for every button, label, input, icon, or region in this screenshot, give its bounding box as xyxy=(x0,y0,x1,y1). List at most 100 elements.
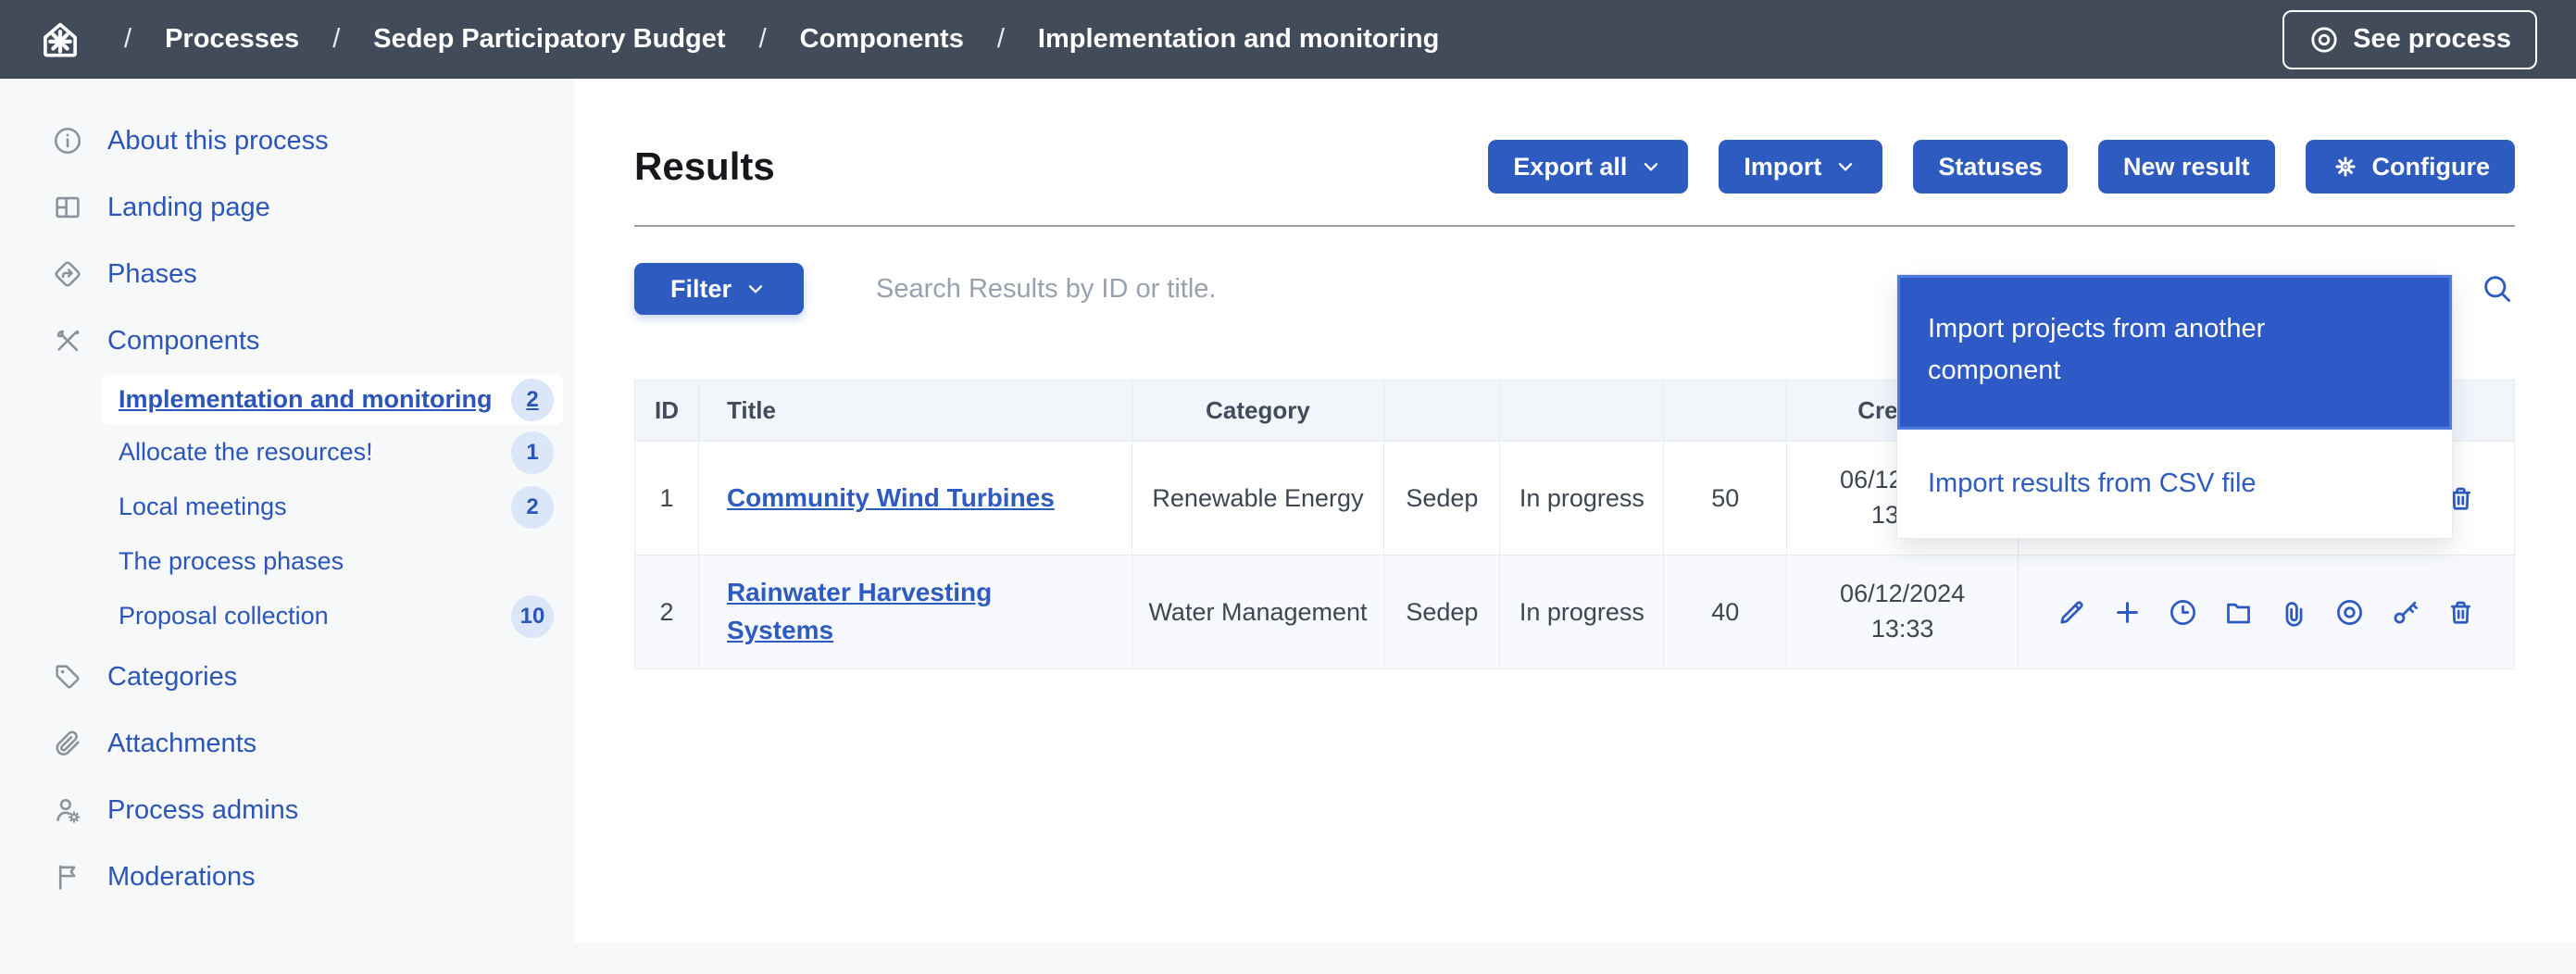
attachment-icon[interactable] xyxy=(2279,597,2309,628)
cell-created: 06/12/2024 13:33 xyxy=(1787,556,2019,669)
count-badge: 2 xyxy=(511,486,554,529)
sidebar-subitem-label: Local meetings xyxy=(119,493,287,521)
chevron-down-icon xyxy=(1833,155,1857,179)
filter-button[interactable]: Filter xyxy=(634,263,804,315)
see-process-button[interactable]: See process xyxy=(2282,10,2537,69)
breadcrumb-home[interactable] xyxy=(39,19,81,61)
breadcrumb-item[interactable]: Implementation and monitoring xyxy=(1038,24,1439,55)
moderations-icon xyxy=(52,861,83,893)
chevron-down-icon xyxy=(744,277,768,301)
search-icon[interactable] xyxy=(2480,271,2515,306)
column-header-id: ID xyxy=(635,381,699,442)
cell-id: 1 xyxy=(635,442,699,556)
folder-icon[interactable] xyxy=(2223,597,2254,628)
import-button[interactable]: Import xyxy=(1719,140,1882,194)
sidebar-item-label: Components xyxy=(107,326,259,356)
count-badge: 1 xyxy=(511,431,554,474)
import-menu-item[interactable]: Import results from CSV file xyxy=(1897,430,2452,538)
cell-status: In progress xyxy=(1500,442,1664,556)
count-badge: 10 xyxy=(511,595,554,638)
see-process-label: See process xyxy=(2353,24,2511,55)
preview-icon[interactable] xyxy=(2334,597,2365,628)
sidebar-item-label: Attachments xyxy=(107,729,256,759)
breadcrumb-item[interactable]: Sedep Participatory Budget xyxy=(373,24,725,55)
components-icon xyxy=(52,325,83,356)
breadcrumb-item[interactable]: Processes xyxy=(165,24,299,55)
sidebar-item-label: Landing page xyxy=(107,193,270,223)
clock-icon[interactable] xyxy=(2168,597,2198,628)
breadcrumb-separator: / xyxy=(332,24,340,55)
sidebar-item-process-admins[interactable]: Process admins xyxy=(0,777,574,843)
permissions-icon[interactable] xyxy=(2390,597,2420,628)
configure-button[interactable]: Configure xyxy=(2306,140,2516,194)
result-title-link[interactable]: Rainwater Harvesting Systems xyxy=(727,578,992,644)
cell-status: In progress xyxy=(1500,556,1664,669)
sidebar-item-attachments[interactable]: Attachments xyxy=(0,710,574,777)
sidebar-item-label: Phases xyxy=(107,259,197,290)
main-content: Results Export all Import Statuses New r… xyxy=(574,79,2576,943)
info-icon xyxy=(52,125,83,156)
breadcrumb-separator: / xyxy=(124,24,131,55)
sidebar-item-label: About this process xyxy=(107,126,329,156)
edit-icon[interactable] xyxy=(2057,597,2087,628)
categories-icon xyxy=(52,661,83,693)
cell-category: Water Management xyxy=(1132,556,1384,669)
cell-title: Rainwater Harvesting Systems xyxy=(698,556,1132,669)
button-label: New result xyxy=(2123,153,2250,181)
sidebar-subitem-label: Allocate the resources! xyxy=(119,438,373,467)
button-label: Statuses xyxy=(1938,153,2043,181)
cell-category: Renewable Energy xyxy=(1132,442,1384,556)
cell-scope: Sedep xyxy=(1384,556,1500,669)
attachments-icon xyxy=(52,728,83,759)
sidebar-subitem-proposal-collection[interactable]: Proposal collection 10 xyxy=(102,589,563,643)
sidebar-item-components[interactable]: Components xyxy=(0,307,574,374)
cell-progress: 40 xyxy=(1664,556,1787,669)
sidebar-item-about-this-process[interactable]: About this process xyxy=(0,107,574,174)
column-header-title: Title xyxy=(698,381,1132,442)
sidebar-subitem-label: The process phases xyxy=(119,547,344,576)
cell-progress: 50 xyxy=(1664,442,1787,556)
sidebar-item-label: Categories xyxy=(107,662,237,693)
cell-id: 2 xyxy=(635,556,699,669)
result-title-link[interactable]: Community Wind Turbines xyxy=(727,483,1055,512)
sidebar-subitem-implementation-and-monitoring[interactable]: Implementation and monitoring 2 xyxy=(102,374,563,425)
toolbar: Export all Import Statuses New result Co… xyxy=(1488,140,2515,194)
filter-label: Filter xyxy=(670,275,732,304)
sidebar-subitem-local-meetings[interactable]: Local meetings 2 xyxy=(102,480,563,534)
add-icon[interactable] xyxy=(2112,597,2143,628)
sidebar-item-moderations[interactable]: Moderations xyxy=(0,843,574,910)
import-menu-item[interactable]: Import projects from another component xyxy=(1897,275,2452,430)
breadcrumb-separator: / xyxy=(759,24,767,55)
eye-icon xyxy=(2308,24,2340,56)
sidebar-item-label: Moderations xyxy=(107,862,256,893)
divider xyxy=(634,225,2515,227)
sidebar-subitem-label: Implementation and monitoring xyxy=(119,385,493,414)
breadcrumb-item[interactable]: Components xyxy=(800,24,964,55)
table-row: 2 Rainwater Harvesting Systems Water Man… xyxy=(635,556,2515,669)
sidebar-item-landing-page[interactable]: Landing page xyxy=(0,174,574,241)
sidebar-item-phases[interactable]: Phases xyxy=(0,241,574,307)
landing-page-icon xyxy=(52,192,83,223)
phases-icon xyxy=(52,258,83,290)
breadcrumb-separator: / xyxy=(997,24,1005,55)
delete-icon[interactable] xyxy=(2445,597,2476,628)
sidebar-subitem-allocate-the-resources-[interactable]: Allocate the resources! 1 xyxy=(102,425,563,480)
sidebar-item-categories[interactable]: Categories xyxy=(0,643,574,710)
page-title: Results xyxy=(634,144,775,189)
sidebar-subitem-the-process-phases[interactable]: The process phases xyxy=(102,534,563,589)
export-all-button[interactable]: Export all xyxy=(1488,140,1688,194)
footer-strip xyxy=(0,943,2576,974)
cell-actions xyxy=(2019,556,2515,669)
new-result-button[interactable]: New result xyxy=(2098,140,2275,194)
statuses-button[interactable]: Statuses xyxy=(1913,140,2068,194)
gear-icon xyxy=(2331,152,2360,181)
column-header xyxy=(1500,381,1664,442)
sidebar-item-label: Process admins xyxy=(107,795,298,826)
cell-scope: Sedep xyxy=(1384,442,1500,556)
button-label: Configure xyxy=(2372,153,2491,181)
column-header-category: Category xyxy=(1132,381,1384,442)
breadcrumb: / Processes / Sedep Participatory Budget / Co… xyxy=(91,24,1439,55)
home-gear-icon xyxy=(39,19,81,61)
cell-title: Community Wind Turbines xyxy=(698,442,1132,556)
button-label: Export all xyxy=(1513,153,1627,181)
